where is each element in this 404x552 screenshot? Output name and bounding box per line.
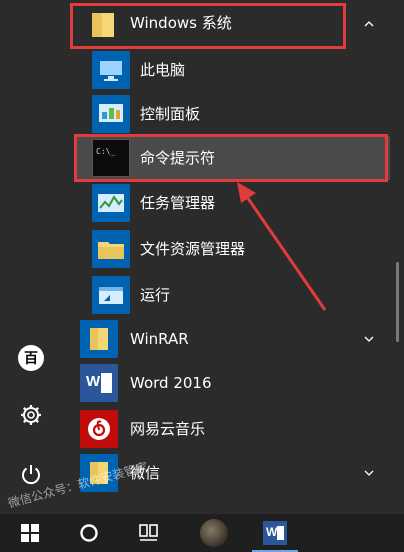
cortana-circle[interactable] — [66, 514, 112, 552]
taskbar: W — [0, 514, 404, 552]
word-taskbar-icon: W — [263, 521, 287, 545]
task-view-icon — [139, 524, 158, 541]
word-taskbar[interactable]: W — [252, 514, 298, 552]
app-thumbnail-icon — [200, 519, 228, 547]
cortana-icon — [80, 524, 98, 542]
annotation-arrow — [237, 182, 327, 311]
task-view[interactable] — [126, 514, 172, 552]
windows-logo-icon — [21, 524, 39, 542]
start-button[interactable] — [6, 514, 54, 552]
word-taskbar-glyph: W — [266, 525, 278, 539]
app-thumbnail[interactable] — [190, 514, 236, 552]
